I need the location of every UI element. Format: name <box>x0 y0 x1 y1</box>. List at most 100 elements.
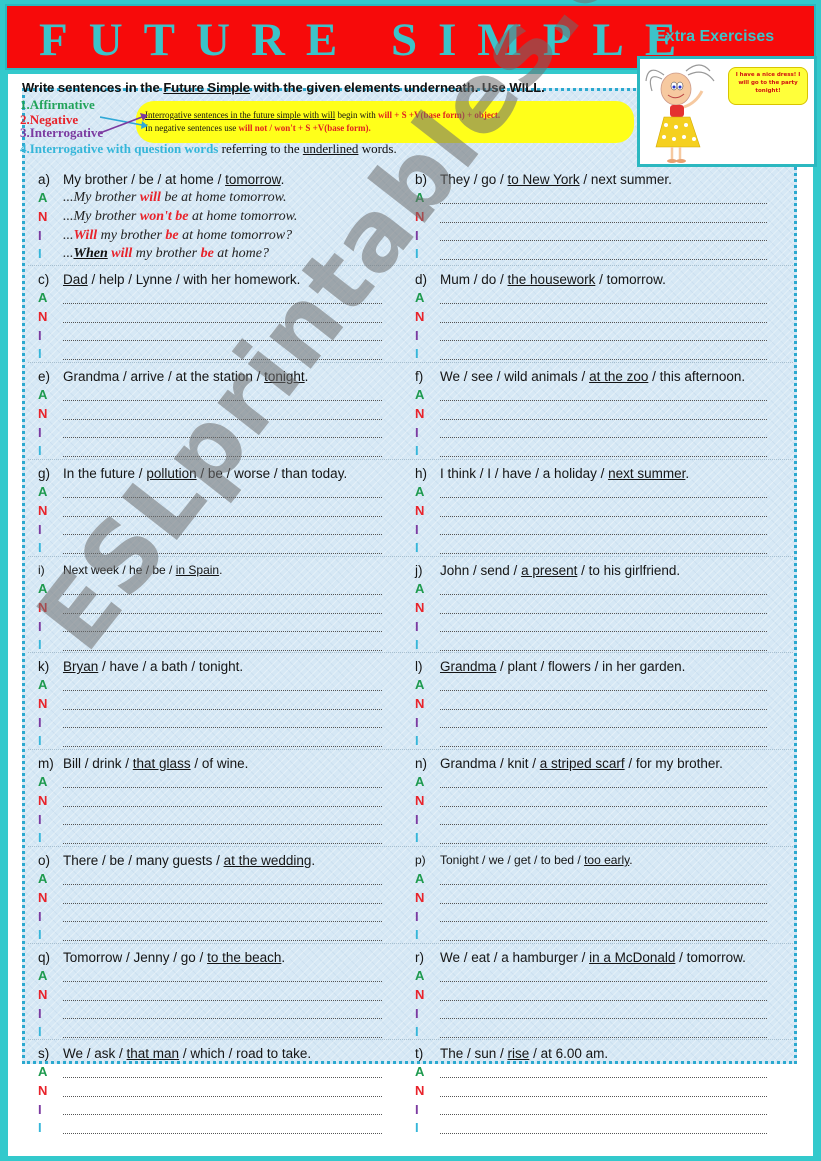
answer-blank-line[interactable] <box>63 409 382 420</box>
answer-row: A <box>38 870 390 889</box>
answer-blank-line[interactable] <box>440 814 767 826</box>
prompt-text: The / sun / <box>440 1046 508 1061</box>
answer-blank-line[interactable] <box>63 487 382 498</box>
answer-blank-line[interactable] <box>440 640 767 652</box>
prompt-text: Next week / he / be / <box>63 563 176 577</box>
answer-row: A <box>415 189 775 208</box>
answer-blank-line[interactable] <box>63 1027 382 1039</box>
underlined-cue: tomorrow <box>225 172 281 187</box>
answer-blank-line[interactable] <box>63 524 382 536</box>
answer-blank-line[interactable] <box>440 874 767 885</box>
answer-blank-line[interactable] <box>63 893 382 904</box>
prompt-text: / be / worse / than today. <box>196 466 348 481</box>
answer-blank-line[interactable] <box>63 603 382 614</box>
answer-blank-line[interactable] <box>63 874 382 885</box>
answer-blank-line[interactable] <box>440 796 767 807</box>
answer-blank-line[interactable] <box>440 1104 767 1116</box>
answer-blank-line[interactable] <box>440 911 767 923</box>
answer-blank-line[interactable] <box>440 1123 767 1135</box>
answer-blank-line[interactable] <box>63 971 382 982</box>
answer-blank-line[interactable] <box>63 833 382 845</box>
prompt-text: . <box>219 563 223 577</box>
answer-blank-line[interactable] <box>440 971 767 982</box>
answer-blank-line[interactable] <box>440 1027 767 1039</box>
answer-blank-line[interactable] <box>63 1104 382 1116</box>
answer-blank-line[interactable] <box>440 212 767 223</box>
row-tag-i2: I <box>38 1120 42 1136</box>
answer-blank-line[interactable] <box>440 680 767 691</box>
answer-blank-line[interactable] <box>440 390 767 401</box>
answer-row: I <box>415 1005 775 1024</box>
answer-blank-line[interactable] <box>440 349 767 361</box>
answer-blank-line[interactable] <box>63 543 382 555</box>
prompt-text: We / ask / <box>63 1046 127 1061</box>
answer-blank-line[interactable] <box>63 814 382 826</box>
answer-blank-line[interactable] <box>440 506 767 517</box>
answer-blank-line[interactable] <box>63 680 382 691</box>
answer-blank-line[interactable] <box>63 777 382 788</box>
answer-row: I <box>415 926 775 945</box>
answer-blank-line[interactable] <box>440 893 767 904</box>
answer-blank-line[interactable] <box>63 640 382 652</box>
answer-row: I <box>415 227 775 246</box>
answer-blank-line[interactable] <box>63 736 382 748</box>
answer-blank-line[interactable] <box>440 330 767 342</box>
row-tag-a: A <box>415 968 425 983</box>
answer-blank-line[interactable] <box>440 1067 767 1078</box>
answer-blank-line[interactable] <box>440 427 767 439</box>
answer-blank-line[interactable] <box>63 796 382 807</box>
prompt-text: / tomorrow. <box>595 272 666 287</box>
answer-blank-line[interactable] <box>440 717 767 729</box>
answer-blank-line[interactable] <box>440 524 767 536</box>
answer-blank-line[interactable] <box>63 930 382 942</box>
answer-highlight: be <box>165 227 179 243</box>
answer-blank-line[interactable] <box>440 230 767 242</box>
answer-blank-line[interactable] <box>63 1123 382 1135</box>
answer-blank-line[interactable] <box>440 487 767 498</box>
answer-blank-line[interactable] <box>440 1008 767 1020</box>
answer-blank-line[interactable] <box>63 584 382 595</box>
answer-blank-line[interactable] <box>63 699 382 710</box>
answer-blank-line[interactable] <box>440 603 767 614</box>
answer-blank-line[interactable] <box>63 911 382 923</box>
answer-blank-line[interactable] <box>63 293 382 304</box>
row-tag-a: A <box>38 290 48 305</box>
answer-blank-line[interactable] <box>440 446 767 458</box>
answer-blank-line[interactable] <box>63 506 382 517</box>
answer-blank-line[interactable] <box>440 833 767 845</box>
answer-blank-line[interactable] <box>63 349 382 361</box>
answer-row: I <box>415 714 775 733</box>
answer-blank-line[interactable] <box>440 930 767 942</box>
answer-blank-line[interactable] <box>440 699 767 710</box>
answer-text: at home? <box>213 246 269 262</box>
answer-blank-line[interactable] <box>440 409 767 420</box>
answer-blank-line[interactable] <box>63 427 382 439</box>
answer-blank-line[interactable] <box>440 777 767 788</box>
answer-blank-line[interactable] <box>63 446 382 458</box>
answer-blank-line[interactable] <box>440 584 767 595</box>
model-answer: ...My brother will be at home tomorrow. <box>63 189 286 208</box>
answer-blank-line[interactable] <box>63 1067 382 1078</box>
answer-blank-line[interactable] <box>63 1008 382 1020</box>
answer-blank-line[interactable] <box>440 1086 767 1097</box>
answer-blank-line[interactable] <box>440 543 767 555</box>
answer-blank-line[interactable] <box>63 390 382 401</box>
answer-blank-line[interactable] <box>440 193 767 204</box>
exercise-l: l) Grandma / plant / flowers / in her gar… <box>415 657 775 751</box>
answer-blank-line[interactable] <box>63 312 382 323</box>
answer-blank-line[interactable] <box>63 990 382 1001</box>
answer-blank-line[interactable] <box>440 736 767 748</box>
answer-blank-line[interactable] <box>63 621 382 633</box>
answer-blank-line[interactable] <box>440 990 767 1001</box>
answer-blank-line[interactable] <box>440 312 767 323</box>
row-tag-i2: I <box>38 927 42 943</box>
answer-blank-line[interactable] <box>440 293 767 304</box>
answer-blank-line[interactable] <box>63 330 382 342</box>
answer-blank-line[interactable] <box>440 249 767 261</box>
answer-blank-line[interactable] <box>63 1086 382 1097</box>
answer-blank-line[interactable] <box>63 717 382 729</box>
note-text: begin with <box>335 110 378 120</box>
prompt-text: Mum / do / <box>440 272 508 287</box>
row-tag-n: N <box>415 502 425 518</box>
answer-blank-line[interactable] <box>440 621 767 633</box>
